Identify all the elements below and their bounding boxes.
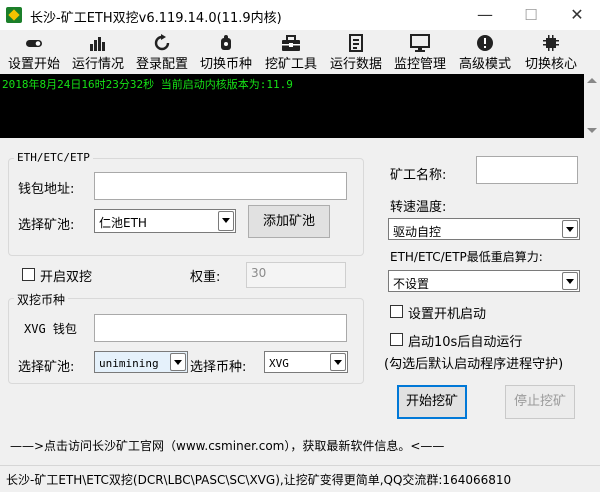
toolbar-item-switch-core[interactable]: 切换核心 [520, 32, 582, 72]
eth-pool-select[interactable]: 仁池ETH [94, 209, 236, 233]
alert-icon [474, 34, 496, 52]
dual-coin-groupbox-title: 双挖币种 [14, 291, 69, 308]
enable-dual-label: 开启双挖 [40, 270, 93, 285]
dual-pool-select[interactable]: unimining [94, 351, 188, 373]
guard-note: (勾选后默认启动程序进程守护) [384, 357, 564, 372]
website-link[interactable]: ——>点击访问长沙矿工官网（www.csminer.com），获取最新软件信息。… [10, 437, 444, 454]
toolbar-item-label: 登录配置 [135, 57, 188, 72]
miner-name-input[interactable] [476, 156, 578, 184]
close-button[interactable]: ✕ [554, 0, 600, 30]
cpu-icon [540, 34, 562, 52]
monitor-icon [409, 34, 431, 52]
toolbar-item-label: 高级模式 [458, 57, 511, 72]
stop-mining-button[interactable]: 停止挖矿 [505, 385, 575, 419]
scroll-down-icon[interactable] [587, 128, 597, 133]
chevron-down-icon[interactable] [330, 353, 346, 371]
fan-temp-selected: 驱动自控 [393, 225, 442, 239]
coin-label: 选择币种: [190, 360, 247, 375]
weight-input[interactable]: 30 [246, 262, 346, 288]
toolbar-item-monitor[interactable]: 监控管理 [390, 32, 450, 72]
coin-select[interactable]: XVG [264, 351, 348, 373]
toolbar: 设置开始 运行情况 登录配置 切换币种 挖矿工具 运行数据 监控管理 高级模式 … [0, 30, 600, 74]
toolbar-item-mining-tools[interactable]: 挖矿工具 [260, 32, 322, 72]
weight-label: 权重: [190, 270, 221, 285]
restart-hashrate-selected: 不设置 [393, 277, 430, 291]
wallet-address-input[interactable] [94, 172, 347, 200]
app-logo-icon [6, 7, 22, 23]
xvg-wallet-label: XVG 钱包 [24, 322, 77, 336]
hand-icon [215, 34, 237, 52]
dual-pool-selected: unimining [99, 357, 159, 370]
miner-name-label: 矿工名称: [390, 168, 447, 183]
toolbar-item-label: 运行情况 [71, 57, 124, 72]
wallet-address-label: 钱包地址: [18, 182, 75, 197]
status-bar-text: 长沙-矿工ETH\ETC双挖(DCR\LBC\PASC\SC\XVG),让挖矿变… [6, 473, 512, 487]
chevron-down-icon[interactable] [218, 211, 234, 231]
toolbar-item-switch-coin[interactable]: 切换币种 [196, 32, 256, 72]
restart-hashrate-select[interactable]: 不设置 [388, 270, 580, 292]
minimize-button[interactable]: — [462, 0, 508, 30]
main-window: 长沙-矿工ETH双挖v6.119.14.0(11.9内核) — ☐ ✕ 设置开始… [0, 0, 600, 492]
status-bar: 长沙-矿工ETH\ETC双挖(DCR\LBC\PASC\SC\XVG),让挖矿变… [0, 465, 600, 492]
toolbar-item-run-data[interactable]: 运行数据 [326, 32, 386, 72]
scroll-up-icon[interactable] [587, 78, 597, 83]
coin-selected: XVG [269, 357, 289, 370]
toolbar-item-label: 运行数据 [329, 57, 382, 72]
toolbar-item-label: 监控管理 [393, 57, 446, 72]
log-console[interactable]: 2018年8月24日16时23分32秒 当前启动内核版本为:11.9 [0, 74, 584, 138]
toolbar-item-settings-start[interactable]: 设置开始 [4, 32, 64, 72]
toolbar-item-advanced-mode[interactable]: 高级模式 [454, 32, 516, 72]
window-title: 长沙-矿工ETH双挖v6.119.14.0(11.9内核) [30, 11, 282, 26]
autorun-label: 启动10s后自动运行 [408, 335, 523, 350]
autostart-checkbox[interactable] [390, 305, 403, 318]
toolbar-item-login-config[interactable]: 登录配置 [132, 32, 192, 72]
dual-pool-label: 选择矿池: [18, 360, 75, 375]
fan-temp-select[interactable]: 驱动自控 [388, 218, 580, 240]
xvg-wallet-input[interactable] [94, 314, 347, 342]
log-line: 2018年8月24日16时23分32秒 当前启动内核版本为:11.9 [2, 78, 293, 91]
document-icon [345, 34, 367, 52]
bar-chart-icon [87, 34, 109, 52]
toggle-icon [23, 34, 45, 52]
restart-hashrate-label: ETH/ETC/ETP最低重启算力: [390, 250, 543, 264]
maximize-button[interactable]: ☐ [508, 0, 554, 30]
toolbar-item-label: 切换核心 [524, 57, 577, 72]
chevron-down-icon[interactable] [170, 353, 186, 371]
toolbar-item-label: 挖矿工具 [264, 57, 317, 72]
eth-pool-selected: 仁池ETH [99, 216, 147, 230]
eth-groupbox-title: ETH/ETC/ETP [14, 151, 93, 164]
start-mining-button[interactable]: 开始挖矿 [397, 385, 467, 419]
eth-pool-label: 选择矿池: [18, 218, 75, 233]
toolbar-item-label: 切换币种 [199, 57, 252, 72]
console-scrollbar[interactable] [584, 74, 600, 138]
toolbar-item-label: 设置开始 [7, 57, 60, 72]
chevron-down-icon[interactable] [562, 272, 578, 290]
toolbar-item-status[interactable]: 运行情况 [68, 32, 128, 72]
title-bar: 长沙-矿工ETH双挖v6.119.14.0(11.9内核) — ☐ ✕ [0, 0, 600, 30]
toolbox-icon [280, 34, 302, 52]
autostart-label: 设置开机启动 [408, 307, 487, 322]
enable-dual-checkbox[interactable] [22, 268, 35, 281]
refresh-icon [151, 34, 173, 52]
fan-temp-label: 转速温度: [390, 200, 447, 215]
add-pool-button[interactable]: 添加矿池 [248, 205, 330, 238]
autorun-checkbox[interactable] [390, 333, 403, 346]
chevron-down-icon[interactable] [562, 220, 578, 238]
